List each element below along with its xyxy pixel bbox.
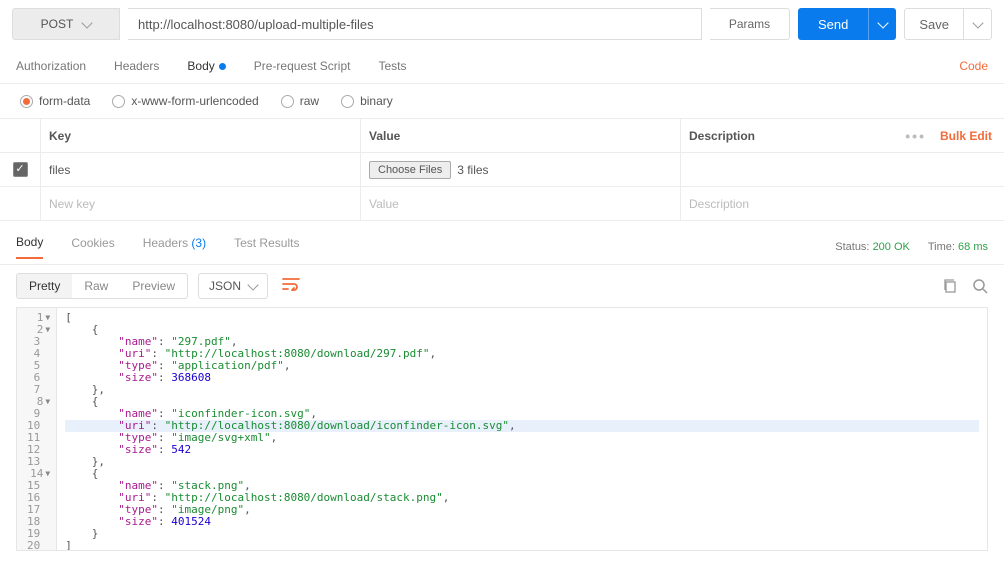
- tab-body-label: Body: [187, 59, 214, 73]
- new-value-input[interactable]: Value: [360, 187, 680, 220]
- chevron-down-icon: [247, 279, 258, 290]
- chevron-down-icon: [82, 17, 93, 28]
- copy-icon[interactable]: [942, 278, 958, 294]
- choose-files-button[interactable]: Choose Files: [369, 161, 451, 179]
- file-count-text: 3 files: [457, 163, 488, 177]
- radio-icon: [341, 95, 354, 108]
- chevron-down-icon: [972, 17, 983, 28]
- line-gutter: 1 ▼2 ▼3 4 5 6 7 8 ▼9 10 11 12 13 14 ▼15 …: [17, 308, 57, 550]
- tab-body[interactable]: Body: [187, 59, 225, 73]
- response-status: Status: 200 OK Time: 68 ms: [835, 241, 988, 253]
- send-label: Send: [798, 17, 868, 32]
- mode-raw[interactable]: Raw: [72, 274, 120, 298]
- radio-label: form-data: [39, 94, 90, 108]
- viewer-toolbar: Pretty Raw Preview JSON: [0, 265, 1004, 307]
- status-label: Status:: [835, 241, 869, 253]
- form-data-table: Key Value Description ••• Bulk Edit file…: [0, 118, 1004, 221]
- resp-headers-label: Headers: [143, 236, 188, 250]
- response-body-viewer[interactable]: 1 ▼2 ▼3 4 5 6 7 8 ▼9 10 11 12 13 14 ▼15 …: [16, 307, 988, 551]
- radio-label: x-www-form-urlencoded: [131, 94, 258, 108]
- mode-preview[interactable]: Preview: [120, 274, 187, 298]
- body-type-radios: form-data x-www-form-urlencoded raw bina…: [0, 84, 1004, 118]
- bulk-edit-link[interactable]: Bulk Edit: [940, 129, 992, 143]
- wrap-lines-icon[interactable]: [278, 277, 304, 296]
- new-description-input[interactable]: Description: [680, 187, 894, 220]
- table-row-new: New key Value Description: [0, 187, 1004, 221]
- resp-tab-headers[interactable]: Headers (3): [143, 236, 206, 258]
- method-label: POST: [41, 17, 74, 31]
- row-checkbox[interactable]: [13, 162, 28, 177]
- save-button[interactable]: Save: [904, 8, 992, 40]
- more-icon[interactable]: •••: [905, 128, 926, 144]
- header-key: Key: [40, 119, 360, 152]
- mode-pretty[interactable]: Pretty: [17, 274, 72, 298]
- radio-icon: [281, 95, 294, 108]
- radio-icon: [112, 95, 125, 108]
- resp-headers-count: (3): [191, 236, 206, 250]
- url-text: http://localhost:8080/upload-multiple-fi…: [138, 17, 374, 32]
- resp-tab-body[interactable]: Body: [16, 235, 43, 259]
- resp-tab-cookies[interactable]: Cookies: [71, 236, 114, 258]
- params-button[interactable]: Params: [710, 8, 790, 40]
- tab-headers[interactable]: Headers: [114, 59, 159, 73]
- radio-label: raw: [300, 94, 319, 108]
- send-button[interactable]: Send: [798, 8, 896, 40]
- radio-icon: [20, 95, 33, 108]
- time-label: Time:: [928, 241, 955, 253]
- code-content: [ { "name": "297.pdf", "uri": "http://lo…: [57, 308, 987, 550]
- key-cell[interactable]: files: [40, 153, 360, 186]
- view-mode-tabs: Pretty Raw Preview: [16, 273, 188, 299]
- url-input[interactable]: http://localhost:8080/upload-multiple-fi…: [128, 8, 702, 40]
- tab-authorization[interactable]: Authorization: [16, 59, 86, 73]
- new-key-input[interactable]: New key: [40, 187, 360, 220]
- format-label: JSON: [209, 279, 241, 293]
- tab-prerequest[interactable]: Pre-request Script: [254, 59, 351, 73]
- format-dropdown[interactable]: JSON: [198, 273, 268, 299]
- table-header: Key Value Description ••• Bulk Edit: [0, 119, 1004, 153]
- chevron-down-icon: [877, 17, 888, 28]
- radio-form-data[interactable]: form-data: [20, 94, 90, 108]
- tab-tests[interactable]: Tests: [378, 59, 406, 73]
- resp-tab-tests[interactable]: Test Results: [234, 236, 299, 258]
- description-cell[interactable]: [680, 153, 894, 186]
- save-dropdown[interactable]: [963, 9, 991, 39]
- radio-raw[interactable]: raw: [281, 94, 319, 108]
- modified-dot-icon: [219, 63, 226, 70]
- header-value: Value: [360, 119, 680, 152]
- status-value: 200 OK: [873, 241, 910, 253]
- search-icon[interactable]: [972, 278, 988, 294]
- radio-label: binary: [360, 94, 393, 108]
- params-label: Params: [729, 17, 770, 31]
- send-dropdown[interactable]: [868, 8, 896, 40]
- radio-urlencoded[interactable]: x-www-form-urlencoded: [112, 94, 258, 108]
- table-row: files Choose Files 3 files: [0, 153, 1004, 187]
- header-description: Description: [680, 119, 894, 152]
- response-tabs: Body Cookies Headers (3) Test Results St…: [0, 229, 1004, 265]
- method-dropdown[interactable]: POST: [12, 8, 120, 40]
- save-label: Save: [905, 17, 963, 32]
- value-cell[interactable]: Choose Files 3 files: [360, 153, 680, 186]
- request-tabs: Authorization Headers Body Pre-request S…: [0, 48, 1004, 84]
- time-value: 68 ms: [958, 241, 988, 253]
- radio-binary[interactable]: binary: [341, 94, 393, 108]
- code-link[interactable]: Code: [959, 59, 988, 73]
